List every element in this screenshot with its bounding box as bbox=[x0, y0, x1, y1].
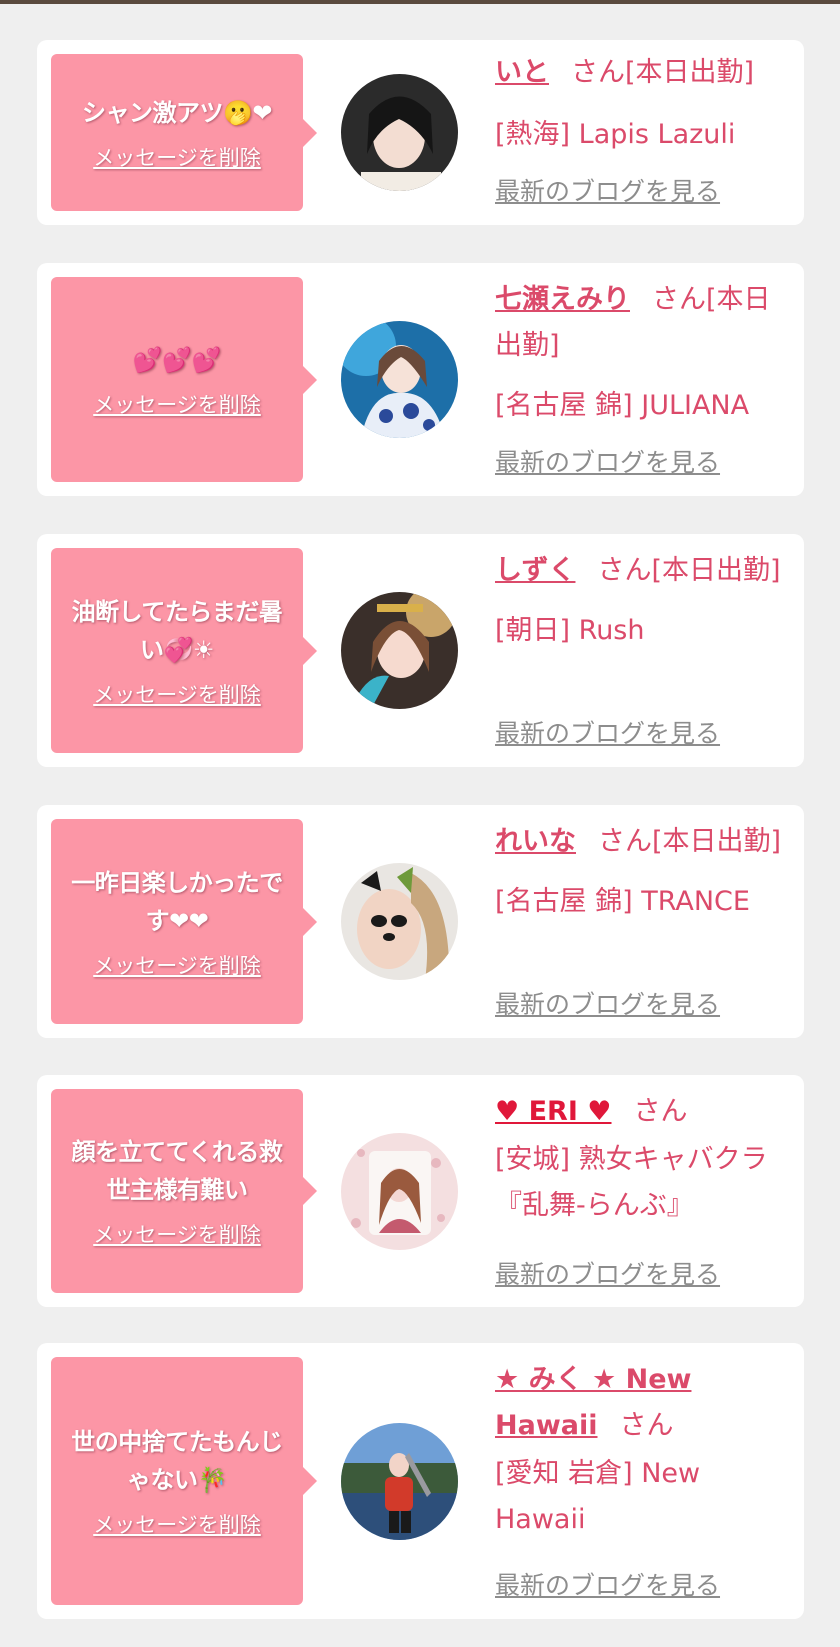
latest-blog-link[interactable]: 最新のブログを見る bbox=[495, 1566, 720, 1602]
avatar[interactable] bbox=[341, 592, 458, 709]
message-card: 油断してたらまだ暑い💞☀ メッセージを削除 しずく さん[本日出勤] [朝日] R… bbox=[37, 534, 804, 767]
girl-name-link[interactable]: しずく bbox=[495, 555, 575, 586]
message-bubble: 世の中捨てたもんじゃない🎋 メッセージを削除 bbox=[51, 1357, 317, 1605]
avatar[interactable] bbox=[341, 74, 458, 191]
girl-name-link[interactable]: いと bbox=[495, 57, 549, 88]
delete-message-link[interactable]: メッセージを削除 bbox=[93, 389, 261, 419]
status-text: さん[本日出勤] bbox=[571, 57, 755, 88]
girl-name-link[interactable]: ♥ ERI ♥ bbox=[495, 1096, 612, 1127]
shop-location: [名古屋 錦] JULIANA bbox=[495, 390, 750, 421]
message-card: 💕💕💕 メッセージを削除 七瀬えみり さん[本日出勤] [名古屋 錦] JULIA… bbox=[37, 263, 804, 496]
delete-message-link[interactable]: メッセージを削除 bbox=[93, 950, 261, 980]
girl-name-link[interactable]: 七瀬えみり bbox=[495, 284, 630, 315]
delete-message-link[interactable]: メッセージを削除 bbox=[93, 1219, 261, 1249]
delete-message-link[interactable]: メッセージを削除 bbox=[93, 1509, 261, 1539]
top-bar bbox=[0, 0, 840, 4]
shop-location: [名古屋 錦] TRANCE bbox=[495, 886, 750, 917]
latest-blog-link[interactable]: 最新のブログを見る bbox=[495, 714, 720, 750]
message-card: 一昨日楽しかったです❤❤ メッセージを削除 れいな さん[本日出勤] [名古屋 錦… bbox=[37, 805, 804, 1038]
avatar[interactable] bbox=[341, 321, 458, 438]
message-bubble: 顔を立ててくれる救世主様有難い メッセージを削除 bbox=[51, 1089, 317, 1293]
status-text: さん[本日出勤] bbox=[598, 826, 782, 857]
message-card: 世の中捨てたもんじゃない🎋 メッセージを削除 ★ みく ★ New Hawaii… bbox=[37, 1343, 804, 1619]
message-text: シャン激アツ🫢❤ bbox=[82, 98, 273, 127]
status-text: さん bbox=[633, 1096, 688, 1127]
girl-info: ★ みく ★ New Hawaii さん [愛知 岩倉] New Hawaii bbox=[495, 1357, 795, 1543]
message-text: 💕💕💕 bbox=[132, 345, 222, 374]
message-text: 一昨日楽しかったです❤❤ bbox=[71, 868, 283, 935]
message-bubble: 💕💕💕 メッセージを削除 bbox=[51, 277, 317, 482]
latest-blog-link[interactable]: 最新のブログを見る bbox=[495, 172, 720, 208]
avatar[interactable] bbox=[341, 863, 458, 980]
latest-blog-link[interactable]: 最新のブログを見る bbox=[495, 443, 720, 479]
message-card: 顔を立ててくれる救世主様有難い メッセージを削除 ♥ ERI ♥ さん [安城] … bbox=[37, 1075, 804, 1307]
shop-location: [愛知 岩倉] New Hawaii bbox=[495, 1458, 701, 1535]
shop-location: [熱海] Lapis Lazuli bbox=[495, 119, 736, 150]
delete-message-link[interactable]: メッセージを削除 bbox=[93, 679, 261, 709]
message-bubble: 油断してたらまだ暑い💞☀ メッセージを削除 bbox=[51, 548, 317, 753]
girl-info: れいな さん[本日出勤] [名古屋 錦] TRANCE bbox=[495, 819, 795, 925]
girl-info: しずく さん[本日出勤] [朝日] Rush bbox=[495, 548, 795, 654]
message-card: シャン激アツ🫢❤ メッセージを削除 いと さん[本日出勤] [熱海] Lapis … bbox=[37, 40, 804, 225]
avatar[interactable] bbox=[341, 1133, 458, 1250]
message-text: 世の中捨てたもんじゃない🎋 bbox=[71, 1428, 283, 1494]
status-text: さん bbox=[619, 1410, 674, 1441]
girl-info: いと さん[本日出勤] [熱海] Lapis Lazuli bbox=[495, 50, 795, 158]
latest-blog-link[interactable]: 最新のブログを見る bbox=[495, 985, 720, 1021]
girl-name-link[interactable]: れいな bbox=[495, 826, 576, 857]
message-bubble: シャン激アツ🫢❤ メッセージを削除 bbox=[51, 54, 317, 211]
message-text: 油断してたらまだ暑い💞☀ bbox=[71, 597, 283, 664]
status-text: さん[本日出勤] bbox=[597, 555, 781, 586]
shop-location: [朝日] Rush bbox=[495, 615, 645, 646]
delete-message-link[interactable]: メッセージを削除 bbox=[93, 142, 261, 172]
girl-info: 七瀬えみり さん[本日出勤] [名古屋 錦] JULIANA bbox=[495, 277, 795, 429]
girl-info: ♥ ERI ♥ さん [安城] 熟女キャバクラ『乱舞-らんぶ』 bbox=[495, 1089, 795, 1229]
shop-location: [安城] 熟女キャバクラ『乱舞-らんぶ』 bbox=[495, 1144, 768, 1221]
message-text: 顔を立ててくれる救世主様有難い bbox=[71, 1138, 283, 1204]
avatar[interactable] bbox=[341, 1423, 458, 1540]
latest-blog-link[interactable]: 最新のブログを見る bbox=[495, 1255, 720, 1291]
message-bubble: 一昨日楽しかったです❤❤ メッセージを削除 bbox=[51, 819, 317, 1024]
